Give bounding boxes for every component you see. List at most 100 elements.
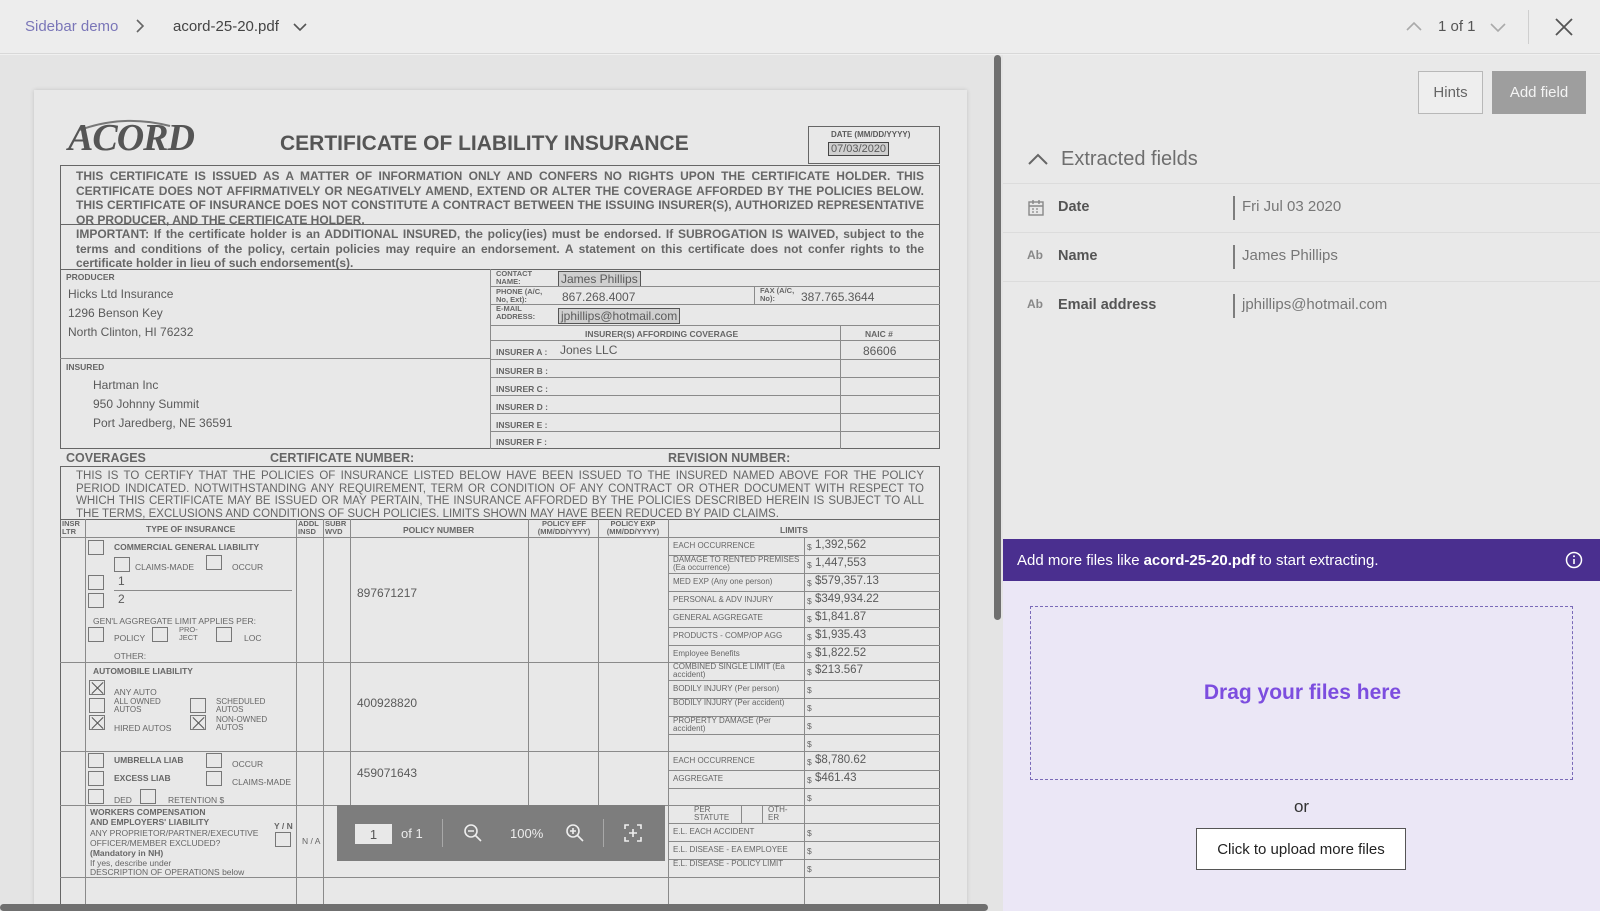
- divider: [490, 304, 940, 305]
- limit-label: EACH OCCURRENCE: [673, 541, 755, 550]
- limit-label: EACH OCCURRENCE: [673, 756, 755, 765]
- extracted-field-row[interactable]: Ab Email address jphillips@hotmail.com: [1003, 281, 1600, 329]
- limit-dollar-sign: $: [807, 757, 812, 767]
- divider: [85, 519, 86, 911]
- coverages-title: COVERAGES: [66, 451, 146, 465]
- pdf-page: ACORD CERTIFICATE OF LIABILITY INSURANCE…: [34, 90, 967, 911]
- close-icon[interactable]: [1552, 15, 1576, 39]
- limit-label: BODILY INJURY (Per person): [673, 684, 780, 693]
- add-field-button[interactable]: Add field: [1492, 71, 1586, 114]
- extracted-fields-toggle[interactable]: Extracted fields: [1027, 145, 1198, 173]
- producer-line: North Clinton, HI 76232: [68, 325, 194, 339]
- divider: [762, 805, 763, 823]
- divider: [668, 609, 940, 610]
- insurer-a-naic: 86606: [863, 344, 897, 358]
- breadcrumb-root-link[interactable]: Sidebar demo: [25, 18, 118, 35]
- limit-value: $349,934.22: [815, 593, 879, 605]
- revision-number-label: REVISION NUMBER:: [668, 451, 791, 465]
- limit-dollar-sign: $: [807, 846, 812, 856]
- checkbox: [206, 771, 222, 786]
- fit-page-icon[interactable]: [623, 823, 643, 843]
- chevron-down-icon[interactable]: [292, 19, 308, 35]
- limit-dollar-sign: $: [807, 667, 812, 677]
- divider: [668, 573, 940, 574]
- field-value[interactable]: James Phillips: [1242, 247, 1338, 264]
- checkbox: [88, 771, 104, 786]
- divider: [804, 537, 805, 911]
- other-label: OTH- ER: [768, 805, 788, 822]
- gl-policy-number: 897671217: [357, 586, 418, 600]
- banner-file: acord-25-20.pdf: [1143, 551, 1256, 569]
- divider: [754, 286, 755, 304]
- extracted-field-row[interactable]: Ab Name James Phillips: [1003, 232, 1600, 280]
- ded-label: DED: [114, 795, 132, 805]
- insurer-label: INSURER F :: [496, 437, 547, 447]
- chevron-down-icon[interactable]: [1489, 18, 1507, 36]
- other-label: OTHER:: [114, 651, 147, 661]
- top-bar: Sidebar demo acord-25-20.pdf 1 of 1: [0, 0, 1600, 54]
- col-header-policy: POLICY NUMBER: [403, 525, 475, 535]
- checkbox: [88, 593, 104, 608]
- limit-label: PERSONAL & ADV INJURY: [673, 595, 774, 604]
- yn-label: Y / N: [274, 821, 293, 831]
- zoom-out-icon[interactable]: [463, 823, 483, 843]
- claims-made-label: CLAIMS-MADE: [232, 777, 292, 787]
- insurer-label: INSURER D :: [496, 402, 548, 412]
- limit-dollar-sign: $: [807, 828, 812, 838]
- divider: [442, 819, 443, 847]
- field-value[interactable]: jphillips@hotmail.com: [1242, 296, 1387, 313]
- divider: [296, 519, 297, 911]
- policy-label: POLICY: [114, 633, 146, 643]
- divider: [490, 286, 940, 287]
- non-owned-label: NON-OWNED AUTOS: [216, 715, 268, 732]
- date-value-highlight: 07/03/2020: [828, 142, 890, 156]
- vertical-scrollbar[interactable]: [994, 55, 1001, 620]
- info-icon[interactable]: [1564, 550, 1584, 570]
- page-number-input[interactable]: [355, 824, 392, 844]
- breadcrumb-file-name[interactable]: acord-25-20.pdf: [173, 18, 279, 35]
- insured-line: 950 Johnny Summit: [93, 397, 200, 411]
- checkbox: [88, 789, 104, 804]
- limit-label: BODILY INJURY (Per accident): [673, 698, 785, 707]
- certificate-number-label: CERTIFICATE NUMBER:: [270, 451, 415, 465]
- limit-dollar-sign: $: [807, 578, 812, 588]
- divider: [490, 395, 940, 396]
- limit-dollar-sign: $: [807, 685, 812, 695]
- limit-value: $1,841.87: [815, 611, 867, 623]
- zoom-in-icon[interactable]: [565, 823, 585, 843]
- file-dropzone[interactable]: Drag your files here: [1030, 606, 1573, 780]
- col-header-limits: LIMITS: [780, 525, 808, 535]
- hints-button[interactable]: Hints: [1418, 71, 1483, 114]
- per-statute-label: PER STATUTE: [694, 805, 730, 822]
- chevron-up-icon[interactable]: [1405, 18, 1423, 36]
- occur-label: OCCUR: [232, 759, 264, 769]
- divider: [60, 662, 940, 663]
- divider: [668, 645, 940, 646]
- extracted-field-row[interactable]: Date Fri Jul 03 2020: [1003, 183, 1600, 231]
- insured-line: Hartman Inc: [93, 378, 159, 392]
- field-value[interactable]: Fri Jul 03 2020: [1242, 198, 1341, 215]
- disclaimer-text: THIS CERTIFICATE IS ISSUED AS A MATTER O…: [60, 165, 940, 227]
- banner-prefix: Add more files like: [1017, 551, 1140, 569]
- calendar-icon: [1028, 200, 1044, 216]
- acord-logo: ACORD: [68, 117, 195, 159]
- document-viewer[interactable]: ACORD CERTIFICATE OF LIABILITY INSURANCE…: [0, 55, 1003, 911]
- email-highlight: jphillips@hotmail.com: [558, 308, 681, 324]
- col-header-insr: INSR LTR: [62, 519, 80, 536]
- proprietor-label: ANY PROPRIETOR/PARTNER/EXECUTIVE: [90, 828, 259, 838]
- upload-files-button[interactable]: Click to upload more files: [1196, 828, 1406, 870]
- project-label: PRO- JECT: [179, 625, 198, 642]
- retention-label: RETENTION $: [168, 795, 225, 805]
- checkbox: [152, 627, 168, 642]
- limit-dollar-sign: $: [807, 560, 812, 570]
- limit-dollar-sign: $: [807, 650, 812, 660]
- limit-dollar-sign: $: [807, 775, 812, 785]
- upload-area: Add more files like acord-25-20.pdf to s…: [1003, 539, 1600, 911]
- divider: [603, 819, 604, 847]
- horizontal-scrollbar[interactable]: [0, 904, 988, 911]
- divider: [60, 358, 490, 359]
- umbrella-policy-number: 459071643: [357, 766, 418, 780]
- field-value-bar: [1233, 294, 1235, 318]
- divider: [490, 325, 940, 326]
- extraction-sidebar: Hints Add field Extracted fields Date Fr…: [1003, 55, 1600, 911]
